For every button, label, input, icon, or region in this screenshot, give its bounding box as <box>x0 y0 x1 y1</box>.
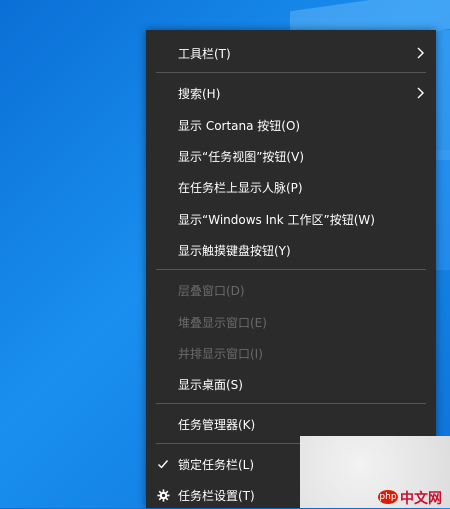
menu-item-show-windows-ink-button[interactable]: 显示“Windows Ink 工作区”按钮(W) <box>146 205 436 233</box>
menu-item-label: 任务管理器(K) <box>178 417 256 432</box>
menu-item-show-cortana-button[interactable]: 显示 Cortana 按钮(O) <box>146 111 436 139</box>
menu-item-label: 显示 Cortana 按钮(O) <box>178 118 301 133</box>
menu-item-label: 堆叠显示窗口(E) <box>178 315 267 330</box>
menu-item-toolbars[interactable]: 工具栏(T) <box>146 39 436 67</box>
watermark-text: 中文网 <box>400 491 442 507</box>
checkmark-icon <box>156 457 170 471</box>
menu-item-show-touch-keyboard-button[interactable]: 显示触摸键盘按钮(Y) <box>146 236 436 264</box>
chevron-right-icon <box>417 47 424 59</box>
menu-item-search[interactable]: 搜索(H) <box>146 79 436 107</box>
menu-item-label: 层叠窗口(D) <box>178 283 245 298</box>
menu-item-label: 显示“任务视图”按钮(V) <box>178 149 305 164</box>
menu-item-cascade-windows: 层叠窗口(D) <box>146 276 436 304</box>
menu-item-label: 显示“Windows Ink 工作区”按钮(W) <box>178 212 375 227</box>
menu-item-show-desktop[interactable]: 显示桌面(S) <box>146 370 436 398</box>
menu-item-label: 任务栏设置(T) <box>178 488 255 503</box>
menu-item-show-people[interactable]: 在任务栏上显示人脉(P) <box>146 173 436 201</box>
menu-item-show-task-view-button[interactable]: 显示“任务视图”按钮(V) <box>146 142 436 170</box>
menu-item-stack-windows: 堆叠显示窗口(E) <box>146 308 436 336</box>
menu-item-label: 显示桌面(S) <box>178 377 243 392</box>
chevron-right-icon <box>417 87 424 99</box>
menu-item-label: 工具栏(T) <box>178 46 231 61</box>
menu-separator <box>156 403 426 404</box>
menu-item-label: 并排显示窗口(I) <box>178 346 263 361</box>
menu-separator <box>156 72 426 73</box>
menu-item-side-by-side-windows: 并排显示窗口(I) <box>146 339 436 367</box>
menu-separator <box>156 269 426 270</box>
menu-item-label: 在任务栏上显示人脉(P) <box>178 180 303 195</box>
watermark-badge: php <box>378 490 398 504</box>
menu-item-task-manager[interactable]: 任务管理器(K) <box>146 410 436 438</box>
menu-item-label: 锁定任务栏(L) <box>178 457 255 472</box>
menu-item-label: 显示触摸键盘按钮(Y) <box>178 243 291 258</box>
gear-icon <box>156 488 170 502</box>
menu-item-label: 搜索(H) <box>178 86 221 101</box>
